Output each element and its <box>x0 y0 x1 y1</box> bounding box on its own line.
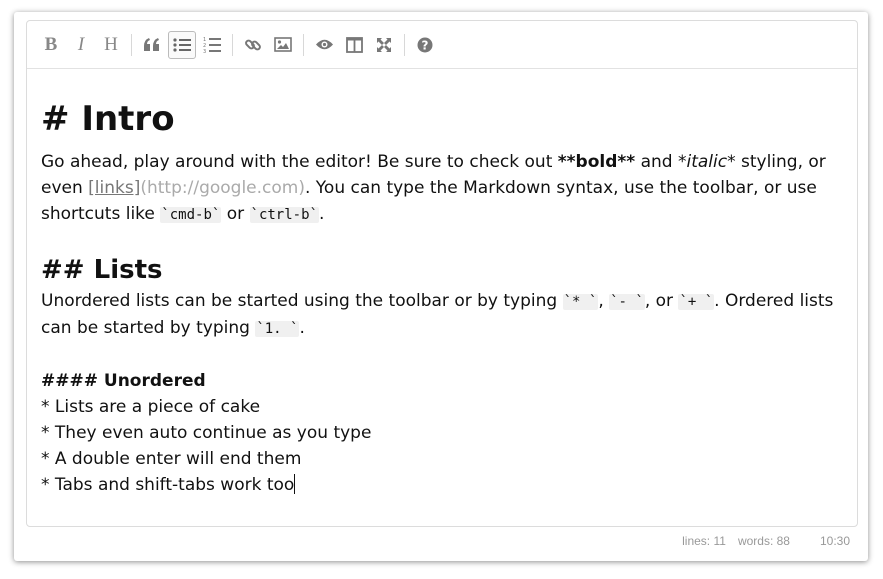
list-item: * Lists are a piece of cake <box>41 397 261 417</box>
lists-paragraph: Unordered lists can be started using the… <box>41 291 834 338</box>
link-icon <box>245 39 261 50</box>
heading-unordered: #### Unordered <box>41 371 206 391</box>
link-button[interactable] <box>239 31 267 59</box>
code-cmd-b: `cmd-b` <box>160 207 222 223</box>
cursor-position: 10:30 <box>819 534 850 548</box>
list-item: * A double enter will end them <box>41 449 302 469</box>
fullscreen-icon <box>377 37 391 52</box>
toolbar-separator <box>303 33 304 56</box>
toolbar-separator <box>131 33 132 56</box>
code-one: `1. ` <box>255 321 300 337</box>
unordered-list-button[interactable] <box>168 30 196 59</box>
line-count: lines: 11 <box>682 534 726 548</box>
preview-button[interactable] <box>310 31 338 59</box>
intro-paragraph: Go ahead, play around with the editor! B… <box>41 152 826 224</box>
help-icon: ? <box>417 37 433 52</box>
heading-intro: # Intro <box>41 99 175 139</box>
list-item: * They even auto continue as you type <box>41 423 372 443</box>
side-by-side-button[interactable] <box>340 31 368 59</box>
bold-sample: **bold** <box>557 152 636 172</box>
ordered-list-button[interactable]: 1 2 3 <box>198 31 226 59</box>
link-sample: [links] <box>88 178 141 198</box>
quote-icon <box>144 37 159 51</box>
heading-lists: ## Lists <box>41 255 163 285</box>
code-ctrl-b: `ctrl-b` <box>249 207 319 223</box>
help-button[interactable]: ? <box>411 31 439 59</box>
image-icon <box>274 37 292 52</box>
code-star: `* ` <box>562 294 599 310</box>
heading-button[interactable]: H <box>97 31 125 59</box>
svg-text:?: ? <box>422 38 429 52</box>
italic-button[interactable]: I <box>67 31 95 59</box>
markdown-editor: B I H 1 2 3 ? # Intro Go ahead, play aro… <box>26 20 858 527</box>
toolbar-separator <box>232 33 233 56</box>
image-button[interactable] <box>269 31 297 59</box>
status-bar: lines: 11 words: 88 10:30 <box>670 534 850 548</box>
svg-text:3: 3 <box>203 49 206 54</box>
editor-text-area[interactable]: # Intro Go ahead, play around with the e… <box>27 69 857 498</box>
editor-toolbar: B I H 1 2 3 ? <box>27 21 857 69</box>
ordered-list-icon: 1 2 3 <box>203 37 221 54</box>
bold-button[interactable]: B <box>37 31 65 59</box>
quote-button[interactable] <box>138 31 166 59</box>
fullscreen-button[interactable] <box>370 31 398 59</box>
link-url: (http://google.com) <box>140 178 305 198</box>
code-plus: `+ ` <box>678 294 715 310</box>
toolbar-separator <box>404 33 405 56</box>
eye-icon <box>315 39 333 50</box>
text-cursor <box>294 474 296 494</box>
columns-icon <box>345 36 363 53</box>
code-dash: `- ` <box>609 294 645 310</box>
word-count: words: 88 <box>737 534 790 548</box>
italic-sample: *italic* <box>677 152 736 172</box>
list-item: * Tabs and shift-tabs work too <box>41 474 296 495</box>
app-window: B I H 1 2 3 ? # Intro Go ahead, play aro… <box>14 12 868 561</box>
unordered-list-icon <box>173 37 191 52</box>
